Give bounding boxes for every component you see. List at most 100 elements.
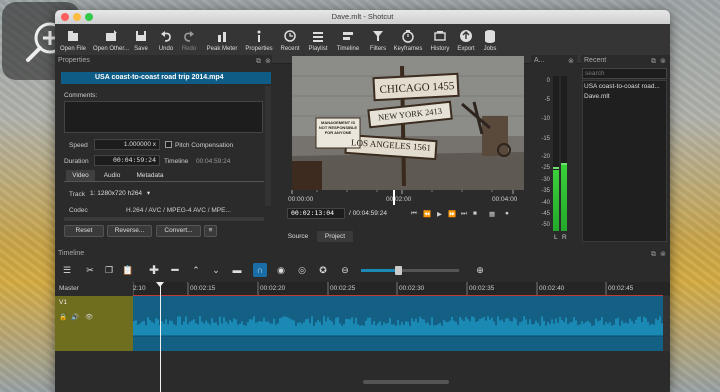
timeline-ruler[interactable]: 2:10 00:02:15 00:02:20 00:02:25 00:02:30… (133, 282, 670, 295)
waveform-bar (527, 324, 529, 336)
comments-field[interactable] (64, 101, 263, 133)
zoom-button[interactable] (85, 13, 93, 21)
grid-icon[interactable]: ▦ (489, 210, 495, 218)
waveform-bar (459, 317, 461, 336)
cut-icon[interactable]: ✂ (83, 263, 97, 277)
waveform-bar (589, 322, 591, 336)
zoom-in-icon[interactable]: ⊕ (473, 263, 487, 277)
waveform-bar (631, 321, 633, 336)
waveform-bar (317, 320, 319, 336)
waveform-bar (241, 321, 243, 336)
waveform-bar (287, 317, 289, 336)
waveform-bar (355, 317, 357, 336)
waveform-bar (529, 319, 531, 336)
append-icon[interactable]: ✚ (147, 263, 161, 277)
duration-field[interactable]: 00:04:59:24 (94, 155, 160, 166)
recent-search-input[interactable]: search (582, 68, 667, 79)
snap-icon[interactable]: ∩ (253, 263, 267, 277)
fast-forward-icon[interactable]: ⏩ (448, 210, 456, 218)
position-field[interactable]: 00:02:13:04 (287, 208, 345, 219)
properties-title: Properties (58, 57, 90, 64)
waveform-bar (475, 321, 477, 336)
video-player[interactable]: CHICAGO 1455 NEW YORK 2413 LOS ANGELES 1… (292, 56, 524, 190)
visibility-icon[interactable]: 👁 (85, 313, 93, 321)
properties-icon (257, 30, 261, 42)
lift-icon[interactable]: ⌃ (189, 263, 203, 277)
player-ruler[interactable]: 00:00:00 00:02:00 00:04:00 (287, 190, 527, 205)
recent-list (582, 80, 667, 242)
waveform-bar (229, 319, 231, 336)
waveform-bar (253, 316, 255, 336)
timeline-scrollbar-v[interactable] (663, 296, 670, 351)
redo-label: Redo (181, 46, 197, 52)
rewind-icon[interactable]: ⏪ (423, 210, 431, 218)
minimize-button[interactable] (73, 13, 81, 21)
reset-button[interactable]: Reset (64, 225, 104, 237)
waveform-bar (351, 317, 353, 336)
track-head-v1[interactable]: V1 🔒 🔊 👁 (55, 296, 133, 351)
pitch-checkbox[interactable] (165, 141, 172, 148)
waveform-bar (611, 325, 613, 336)
undo-label: Undo (158, 46, 174, 52)
waveform-bar (305, 319, 307, 336)
ripple-all-icon[interactable]: ✪ (316, 263, 330, 277)
timeline-title: Timeline (58, 250, 85, 257)
play-icon[interactable]: ▶ (437, 210, 442, 218)
waveform-bar (617, 317, 619, 336)
waveform-bar (503, 322, 505, 336)
waveform-bar (435, 325, 437, 336)
paste-icon[interactable]: 📋 (121, 263, 135, 277)
zoom-out-icon[interactable]: ⊖ (338, 263, 352, 277)
tab-source[interactable]: Source (283, 231, 313, 242)
track-select[interactable]: 1: 1280x720 h264 ▾ (90, 188, 166, 199)
remove-icon[interactable]: ━ (168, 263, 182, 277)
waveform-bar (637, 317, 639, 336)
copy-icon[interactable]: ❐ (102, 263, 116, 277)
close-button[interactable] (61, 13, 69, 21)
ripple-icon[interactable]: ◎ (295, 263, 309, 277)
playlist-icon (313, 32, 323, 42)
volume-icon[interactable]: ■ (473, 210, 477, 217)
speed-field[interactable]: 1.000000 x (94, 139, 160, 150)
peak-meter-label: Peak Meter (206, 46, 238, 52)
tab-audio[interactable]: Audio (97, 170, 127, 181)
overwrite-icon[interactable]: ⌄ (209, 263, 223, 277)
convert-button[interactable]: Convert... (156, 225, 201, 237)
timeline-menu-icon[interactable]: ☰ (60, 263, 74, 277)
zoom-slider-handle[interactable] (395, 266, 402, 275)
mute-icon[interactable]: 🔊 (71, 313, 79, 321)
waveform-bar (213, 322, 215, 336)
zoom-icon[interactable]: ● (505, 210, 509, 217)
waveform-bar (551, 319, 553, 336)
properties-scrollbar[interactable] (265, 86, 271, 206)
waveform-bar (549, 324, 551, 336)
reverse-button[interactable]: Reverse... (107, 225, 152, 237)
tab-metadata[interactable]: Metadata (130, 170, 170, 181)
timeline-ruler-label-0: 2:10 (133, 285, 146, 292)
waveform-bar (413, 321, 415, 336)
chevron-down-icon: ▾ (146, 190, 151, 197)
waveform-bar (391, 324, 393, 336)
waveform-bar (257, 321, 259, 336)
recent-item[interactable]: Dave.mlt (584, 92, 666, 102)
recent-item[interactable]: USA coast-to-coast road... (584, 82, 666, 92)
properties-hscrollbar[interactable] (64, 217, 264, 221)
waveform-bar (227, 323, 229, 336)
audio-clip[interactable] (133, 296, 663, 351)
skip-start-icon[interactable]: ⏮ (411, 210, 417, 218)
tab-project[interactable]: Project (317, 231, 353, 242)
skip-end-icon[interactable]: ⏭ (461, 210, 467, 218)
split-icon[interactable]: ▬ (230, 263, 244, 277)
lock-icon[interactable]: 🔒 (59, 313, 67, 321)
player-playhead[interactable] (393, 190, 395, 205)
properties-label: Properties (245, 46, 273, 52)
timeline-toolbar: ☰ ✂ ❐ 📋 ✚ ━ ⌃ ⌄ ▬ ∩ ◉ ◎ ✪ ⊖ ⊕ (55, 259, 670, 281)
waveform-bar (393, 324, 395, 336)
zoom-slider[interactable] (361, 269, 399, 272)
timeline-scrollbar-h[interactable] (363, 380, 449, 384)
menu-button[interactable]: ≡ (204, 225, 217, 237)
waveform-bar (553, 323, 555, 336)
timeline-playhead[interactable] (160, 282, 161, 392)
tab-video[interactable]: Video (66, 170, 95, 181)
scrub-icon[interactable]: ◉ (274, 263, 288, 277)
